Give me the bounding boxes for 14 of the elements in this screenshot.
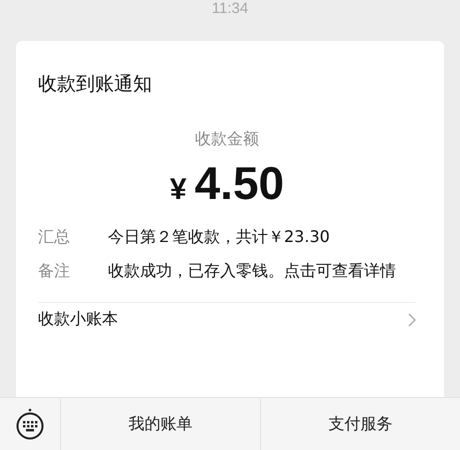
row-label: 汇总 — [38, 226, 71, 248]
row-value: 今日第２笔收款，共计￥23.30 — [108, 226, 331, 248]
amount-label: 收款金额 — [194, 129, 260, 150]
currency-sign: ¥ — [170, 173, 187, 207]
ledger-link[interactable]: 收款小账本 — [38, 303, 416, 330]
menu-item[interactable]: 支付服务 — [328, 414, 392, 434]
menu-item[interactable]: 我的账单 — [128, 414, 192, 434]
card-title: 收款到账通知 — [38, 72, 153, 97]
status-time: 11:34 — [210, 0, 250, 19]
row-label: 备注 — [38, 260, 71, 282]
chevron-icon — [408, 312, 416, 326]
row-value: 收款成功，已存入零钱。点击可查看详情 — [108, 260, 397, 282]
keyboard-icon[interactable] — [15, 408, 45, 440]
amount-value: 4.50 — [194, 158, 284, 208]
